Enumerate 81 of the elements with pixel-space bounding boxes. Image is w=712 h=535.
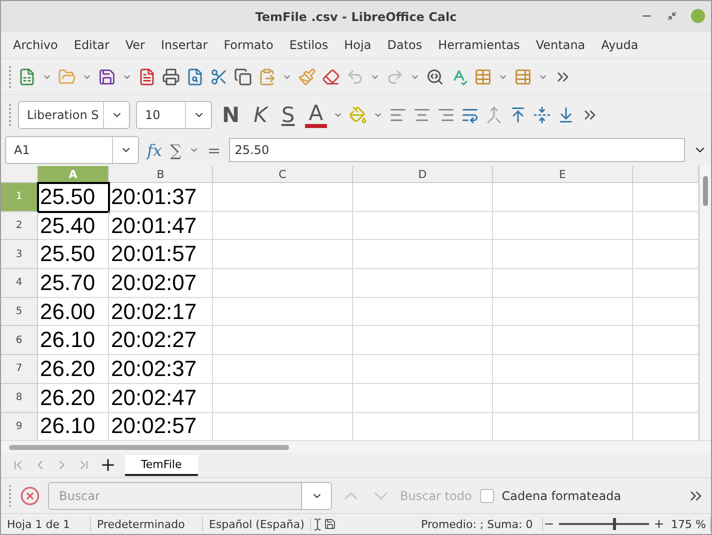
table-cell: 25.70 [38, 269, 109, 298]
zoom-in-icon[interactable] [653, 518, 665, 530]
printer-icon[interactable] [162, 68, 180, 86]
underline-button[interactable]: S [277, 104, 299, 126]
table-cell: 20:02:07 [109, 269, 213, 298]
row-header[interactable]: 2 [1, 212, 38, 240]
sheet-count: Hoja 1 de 1 [1, 518, 91, 530]
paste-icon[interactable] [258, 68, 276, 86]
merge-cells-icon[interactable] [485, 106, 504, 124]
language-status: Español (España) [203, 518, 311, 530]
table-cell: 20:02:47 [109, 384, 213, 412]
menu-item[interactable]: Formato [216, 38, 282, 52]
pdf-icon[interactable] [138, 68, 156, 86]
menu-item[interactable]: Insertar [152, 38, 216, 52]
table-cell: 20:01:47 [109, 212, 213, 240]
row-header[interactable]: 4 [1, 269, 38, 298]
table-cell: 20:02:37 [109, 355, 213, 384]
add-sheet-icon[interactable] [99, 456, 117, 474]
table-cell: 25.40 [38, 212, 109, 240]
cut-icon[interactable] [210, 68, 228, 86]
clear-formatting-icon[interactable] [322, 68, 340, 86]
font-name-combo[interactable]: Liberation S [18, 100, 130, 128]
menu-item[interactable]: Estilos [281, 38, 336, 52]
checkbox-label: Cadena formateada [502, 488, 622, 502]
find-replace-icon[interactable] [426, 68, 444, 86]
menu-item[interactable]: Datos [379, 38, 430, 52]
formula-input[interactable]: 25.50 [228, 138, 685, 162]
sum-button[interactable]: ∑ [170, 140, 182, 160]
formula-button[interactable]: = [207, 140, 221, 160]
table-cell: 20:01:57 [109, 240, 213, 270]
save-icon[interactable] [98, 68, 116, 86]
spreadsheet-icon[interactable] [18, 68, 36, 86]
page-style: Predeterminado [91, 518, 203, 530]
row-header[interactable]: 5 [1, 298, 38, 326]
column-header[interactable]: E [493, 166, 633, 183]
menu-item[interactable]: Editar [66, 38, 118, 52]
window-title: TemFile .csv - LibreOffice Calc [255, 10, 457, 24]
menu-item[interactable]: Ver [117, 38, 153, 52]
table-cell: 26.20 [38, 355, 109, 384]
table-cell: 26.10 [38, 326, 109, 356]
checkbox[interactable] [480, 488, 494, 502]
table-cell: 26.20 [38, 384, 109, 412]
table-cell: 20:01:37 [109, 183, 213, 212]
scroll-thumb[interactable] [9, 445, 289, 450]
zoom-level: 175 % [665, 518, 711, 530]
menu-item[interactable]: Hoja [336, 38, 380, 52]
print-preview-icon[interactable] [186, 68, 204, 86]
close-icon[interactable] [20, 486, 40, 506]
save-status-icon[interactable] [324, 518, 336, 530]
name-box[interactable]: A1 [5, 136, 139, 164]
copy-icon[interactable] [234, 68, 252, 86]
row-header[interactable]: 7 [1, 355, 38, 384]
function-wizard-button[interactable]: fx [147, 140, 162, 160]
table-cell: 26.00 [38, 298, 109, 326]
table-cell: 20:02:17 [109, 298, 213, 326]
table-cell: 25.50 [38, 183, 109, 212]
row-header[interactable]: 3 [1, 240, 38, 270]
menu-item[interactable]: Herramientas [430, 38, 528, 52]
row-header[interactable]: 8 [1, 384, 38, 412]
column-header[interactable]: D [353, 166, 493, 183]
column-header[interactable]: C [213, 166, 353, 183]
bold-button[interactable]: N [218, 104, 244, 126]
menu-item[interactable]: Ayuda [593, 38, 646, 52]
table-properties-icon[interactable] [514, 68, 532, 86]
selection-summary: Promedio: ; Suma: 0 [415, 518, 543, 530]
italic-button[interactable]: K [250, 104, 272, 126]
font-size-combo[interactable]: 10 [136, 100, 212, 128]
menu-item[interactable]: Archivo [5, 38, 66, 52]
row-header[interactable]: 6 [1, 326, 38, 356]
table-cell: 25.50 [38, 240, 109, 270]
menu-item[interactable]: Ventana [528, 38, 594, 52]
table-icon[interactable] [474, 68, 492, 86]
search-field[interactable]: Buscar [48, 482, 302, 510]
sheet-tab[interactable]: TemFile [125, 454, 198, 476]
scroll-thumb[interactable] [703, 176, 708, 206]
align-middle-icon[interactable] [533, 106, 552, 124]
restore-icon[interactable] [667, 11, 677, 21]
row-header[interactable]: 9 [1, 412, 38, 440]
font-color-button[interactable]: A [304, 102, 328, 128]
table-cell: 20:02:27 [109, 326, 213, 356]
column-header[interactable]: B [109, 166, 213, 183]
